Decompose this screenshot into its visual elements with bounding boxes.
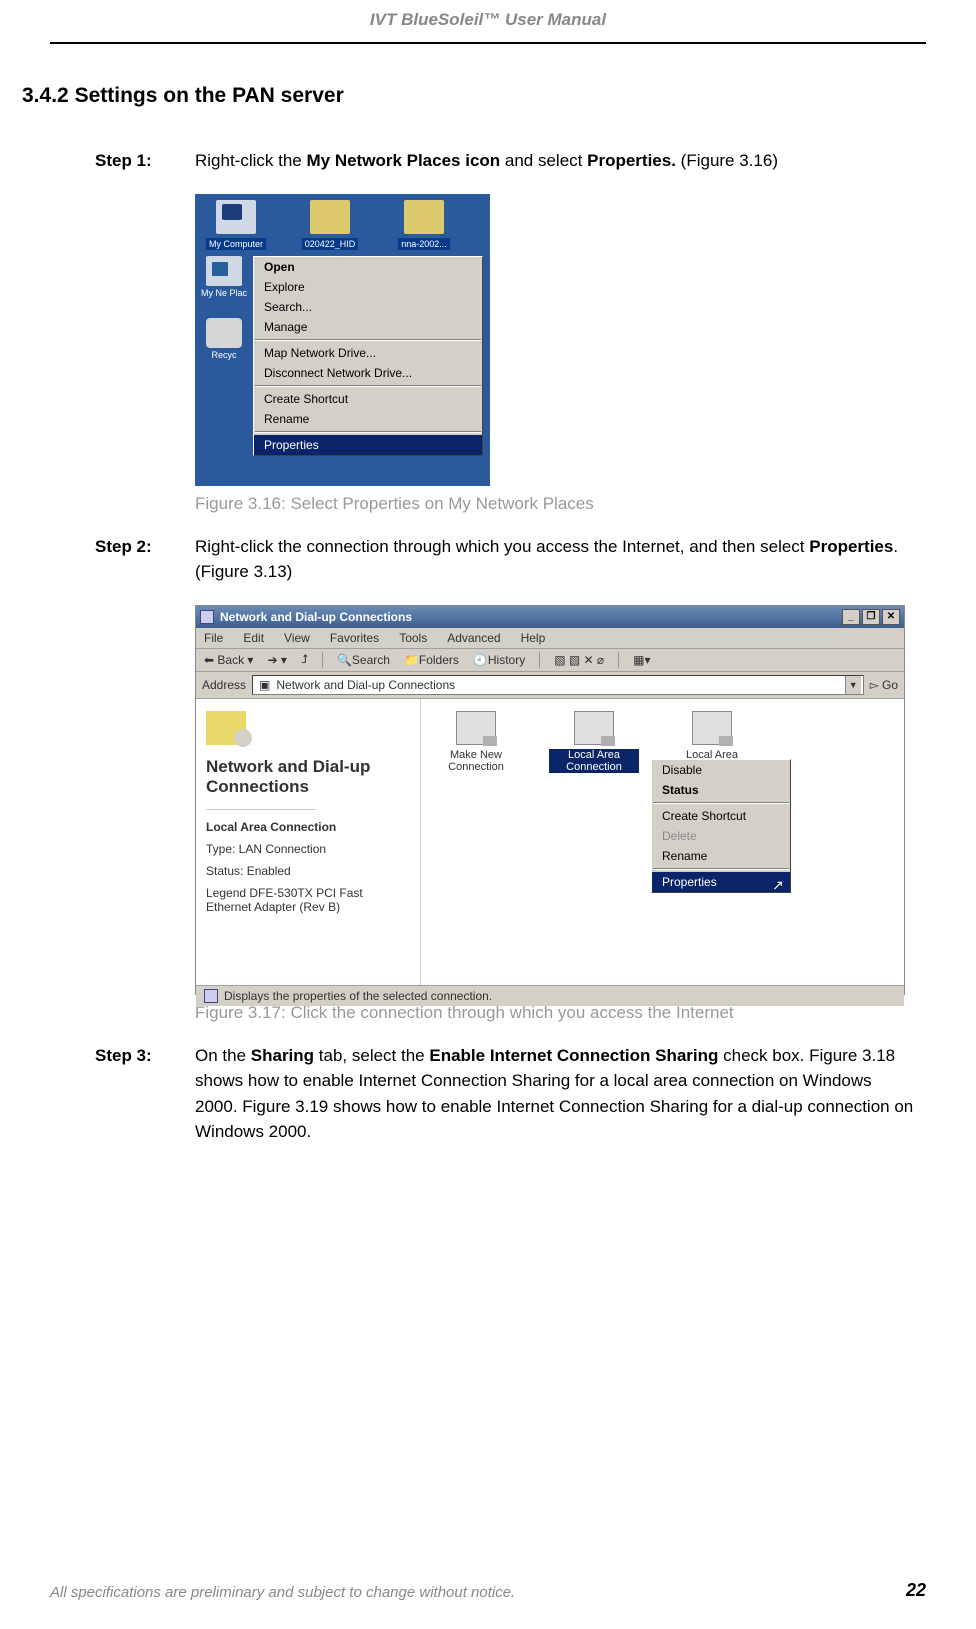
menu-search[interactable]: Search...: [254, 297, 482, 317]
search-button[interactable]: 🔍Search: [337, 653, 390, 667]
right-pane: Make New Connection Local Area Connectio…: [421, 699, 904, 985]
menu-manage[interactable]: Manage: [254, 317, 482, 337]
section-number: 3.4.2: [22, 84, 69, 107]
section-heading: 3.4.2 Settings on the PAN server: [22, 84, 976, 108]
menu-map-drive[interactable]: Map Network Drive...: [254, 343, 482, 363]
my-network-places-icon: My Ne Plac: [195, 256, 253, 298]
menu-properties[interactable]: Properties: [254, 435, 482, 455]
menubar: File Edit View Favorites Tools Advanced …: [196, 628, 904, 649]
status-icon: [204, 989, 218, 1003]
pane-subhead: Local Area Connection: [206, 820, 410, 834]
menu-separator: [255, 385, 481, 387]
menu-delete: Delete: [652, 826, 790, 846]
page-number: 22: [906, 1580, 926, 1601]
step-1-label: Step 1:: [95, 148, 175, 174]
address-value: Network and Dial-up Connections: [276, 678, 455, 692]
figure-3-17: Network and Dial-up Connections _ ❐ ✕ Fi…: [195, 605, 905, 995]
recycle-bin-icon: Recyc: [195, 318, 253, 360]
menu-open[interactable]: Open: [254, 257, 482, 277]
chevron-down-icon[interactable]: ▼: [845, 676, 861, 694]
menu-create-shortcut[interactable]: Create Shortcut: [254, 389, 482, 409]
step-1-text: Right-click the My Network Places icon a…: [195, 148, 778, 174]
maximize-button[interactable]: ❐: [862, 609, 880, 625]
back-button[interactable]: ⬅ Back ▾: [204, 653, 253, 667]
menu-help[interactable]: Help: [521, 631, 546, 645]
pane-heading: Network and Dial-up Connections: [206, 757, 410, 798]
folder-icon: nna-2002...: [389, 200, 459, 250]
window-icon: [200, 610, 214, 624]
menu-favorites[interactable]: Favorites: [330, 631, 379, 645]
folder-icon: 020422_HID: [295, 200, 365, 250]
pane-line: Type: LAN Connection: [206, 842, 410, 856]
menu-edit[interactable]: Edit: [243, 631, 264, 645]
toolbar-extra[interactable]: ▧ ▧ ✕ ⌀: [554, 653, 604, 667]
toolbar-separator: [322, 652, 323, 668]
history-button[interactable]: 🕘History: [473, 653, 525, 667]
toolbar-separator: [539, 652, 540, 668]
menu-view[interactable]: View: [284, 631, 310, 645]
footer-text: All specifications are preliminary and s…: [50, 1584, 515, 1601]
window-titlebar: Network and Dial-up Connections _ ❐ ✕: [196, 606, 904, 628]
menu-explore[interactable]: Explore: [254, 277, 482, 297]
header-rule: [50, 42, 926, 44]
make-new-connection-icon[interactable]: Make New Connection: [431, 711, 521, 773]
menu-advanced[interactable]: Advanced: [447, 631, 500, 645]
pane-line: Status: Enabled: [206, 864, 410, 878]
folder-icon: [206, 711, 246, 745]
connection-context-menu: Disable Status Create Shortcut Delete Re…: [651, 759, 791, 893]
address-input[interactable]: ▣ Network and Dial-up Connections ▼: [252, 675, 864, 695]
folders-button[interactable]: 📁Folders: [404, 653, 459, 667]
menu-disconnect-drive[interactable]: Disconnect Network Drive...: [254, 363, 482, 383]
step-3-text: On the Sharing tab, select the Enable In…: [195, 1043, 916, 1145]
forward-button[interactable]: ➔ ▾: [267, 653, 286, 667]
menu-create-shortcut[interactable]: Create Shortcut: [652, 806, 790, 826]
menu-separator: [255, 339, 481, 341]
page-footer: All specifications are preliminary and s…: [0, 1580, 976, 1601]
local-area-connection-icon[interactable]: Local Area Connection: [549, 711, 639, 773]
figure-3-16-caption: Figure 3.16: Select Properties on My Net…: [195, 494, 976, 514]
client-area: Network and Dial-up Connections Local Ar…: [196, 699, 904, 985]
menu-properties[interactable]: Properties: [652, 872, 790, 892]
menu-file[interactable]: File: [204, 631, 223, 645]
menu-rename[interactable]: Rename: [652, 846, 790, 866]
menu-separator: [255, 431, 481, 433]
toolbar: ⬅ Back ▾ ➔ ▾ ⮥ 🔍Search 📁Folders 🕘History…: [196, 649, 904, 672]
go-button[interactable]: ▻Go: [870, 678, 898, 692]
step-2: Step 2: Right-click the connection throu…: [95, 534, 916, 585]
step-2-label: Step 2:: [95, 534, 175, 585]
menu-rename[interactable]: Rename: [254, 409, 482, 429]
menu-tools[interactable]: Tools: [399, 631, 427, 645]
my-computer-icon: My Computer: [201, 200, 271, 250]
status-text: Displays the properties of the selected …: [224, 989, 492, 1003]
figure-3-16: My Computer 020422_HID nna-2002... My Ne…: [195, 194, 490, 486]
pane-line: Legend DFE-530TX PCI Fast Ethernet Adapt…: [206, 886, 410, 914]
status-bar: Displays the properties of the selected …: [196, 985, 904, 1006]
step-1: Step 1: Right-click the My Network Place…: [95, 148, 916, 174]
menu-status[interactable]: Status: [652, 780, 790, 800]
desktop-left-icons: My Ne Plac Recyc: [195, 256, 253, 380]
step-2-text: Right-click the connection through which…: [195, 534, 916, 585]
address-icon: ▣: [259, 678, 270, 692]
step-3-label: Step 3:: [95, 1043, 175, 1145]
toolbar-separator: [618, 652, 619, 668]
desktop-icons: My Computer 020422_HID nna-2002...: [201, 200, 484, 250]
address-label: Address: [202, 678, 246, 692]
manual-title: IVT BlueSoleil™ User Manual: [0, 0, 976, 34]
menu-separator: [653, 802, 789, 804]
figure-3-17-caption: Figure 3.17: Click the connection throug…: [195, 1003, 976, 1023]
menu-separator: [653, 868, 789, 870]
left-pane: Network and Dial-up Connections Local Ar…: [196, 699, 421, 985]
address-bar: Address ▣ Network and Dial-up Connection…: [196, 672, 904, 699]
views-button[interactable]: ▦▾: [633, 653, 650, 667]
window-title: Network and Dial-up Connections: [220, 610, 412, 624]
context-menu: Open Explore Search... Manage Map Networ…: [253, 256, 483, 456]
close-button[interactable]: ✕: [882, 609, 900, 625]
minimize-button[interactable]: _: [842, 609, 860, 625]
menu-disable[interactable]: Disable: [652, 760, 790, 780]
up-button[interactable]: ⮥: [301, 652, 308, 667]
step-3: Step 3: On the Sharing tab, select the E…: [95, 1043, 916, 1145]
section-title: Settings on the PAN server: [75, 84, 344, 107]
